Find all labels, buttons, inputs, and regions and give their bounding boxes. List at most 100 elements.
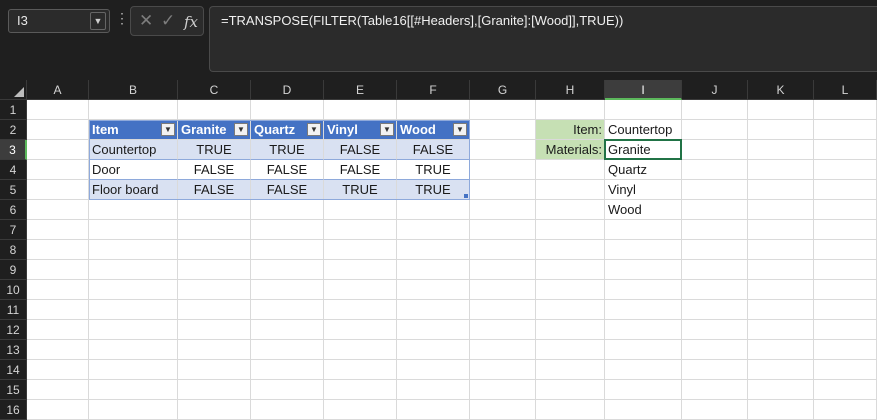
item-value[interactable]: Countertop	[605, 120, 682, 140]
grid-cell[interactable]	[397, 260, 470, 280]
grid-cell[interactable]	[536, 220, 605, 240]
grid-cell[interactable]	[748, 120, 814, 140]
row-header-7[interactable]: 7	[0, 220, 27, 240]
grid-cell[interactable]	[89, 360, 178, 380]
column-header-g[interactable]: G	[470, 80, 536, 100]
grid-cell[interactable]	[814, 160, 877, 180]
grid-cell[interactable]	[605, 340, 682, 360]
grid-cell[interactable]	[748, 200, 814, 220]
grid-cell[interactable]	[682, 240, 748, 260]
grid-cell[interactable]	[748, 400, 814, 420]
grid-cell[interactable]	[178, 280, 251, 300]
grid-cell[interactable]	[324, 220, 397, 240]
grid-cell[interactable]	[89, 380, 178, 400]
grid-cell[interactable]	[605, 240, 682, 260]
grid-cell[interactable]	[814, 400, 877, 420]
grid-cell[interactable]	[470, 120, 536, 140]
grid-cell[interactable]	[470, 360, 536, 380]
table-value-cell[interactable]: FALSE	[178, 180, 251, 200]
grid-cell[interactable]	[397, 240, 470, 260]
row-header-1[interactable]: 1	[0, 100, 27, 120]
table-header-vinyl[interactable]: Vinyl ▼	[324, 120, 397, 140]
material-result[interactable]: Vinyl	[605, 180, 682, 200]
grid-cell[interactable]	[470, 260, 536, 280]
grid-cell[interactable]	[814, 340, 877, 360]
grid-cell[interactable]	[536, 360, 605, 380]
table-value-cell[interactable]: TRUE	[324, 180, 397, 200]
column-header-d[interactable]: D	[251, 80, 324, 100]
grid-cell[interactable]	[470, 220, 536, 240]
row-header-6[interactable]: 6	[0, 200, 27, 220]
grid-cell[interactable]	[324, 380, 397, 400]
grid-cell[interactable]	[536, 240, 605, 260]
grid-cell[interactable]	[324, 200, 397, 220]
grid-cell[interactable]	[814, 240, 877, 260]
grid-cell[interactable]	[536, 180, 605, 200]
grid-cell[interactable]	[89, 340, 178, 360]
filter-dropdown-icon[interactable]: ▼	[453, 123, 467, 136]
column-header-k[interactable]: K	[748, 80, 814, 100]
grid-cell[interactable]	[605, 300, 682, 320]
grid-cell[interactable]	[397, 340, 470, 360]
grid-cell[interactable]	[605, 100, 682, 120]
row-header-14[interactable]: 14	[0, 360, 27, 380]
grid-cell[interactable]	[324, 240, 397, 260]
grid-cell[interactable]	[178, 200, 251, 220]
grid-cell[interactable]	[536, 340, 605, 360]
grid-cell[interactable]	[89, 400, 178, 420]
grid-cell[interactable]	[397, 320, 470, 340]
enter-icon[interactable]: ✓	[161, 11, 175, 31]
grid-cell[interactable]	[536, 200, 605, 220]
grid-cell[interactable]	[324, 100, 397, 120]
materials-label[interactable]: Materials:	[536, 140, 605, 160]
grid-cell[interactable]	[682, 320, 748, 340]
column-header-j[interactable]: J	[682, 80, 748, 100]
row-header-2[interactable]: 2	[0, 120, 27, 140]
grid-cell[interactable]	[178, 220, 251, 240]
grid-cell[interactable]	[536, 320, 605, 340]
grid-cell[interactable]	[89, 280, 178, 300]
grid-cell[interactable]	[178, 300, 251, 320]
name-box[interactable]: I3 ▼	[8, 9, 110, 33]
grid-cell[interactable]	[748, 320, 814, 340]
grid-cell[interactable]	[178, 260, 251, 280]
grid-cell[interactable]	[814, 260, 877, 280]
grid-cell[interactable]	[27, 220, 89, 240]
grid-cell[interactable]	[814, 220, 877, 240]
grid-cell[interactable]	[748, 220, 814, 240]
grid-cell[interactable]	[536, 100, 605, 120]
grid-cell[interactable]	[251, 280, 324, 300]
table-resize-handle[interactable]	[464, 194, 468, 198]
grid-cell[interactable]	[748, 240, 814, 260]
grid-cell[interactable]	[682, 260, 748, 280]
grid-cell[interactable]	[470, 340, 536, 360]
grid-cell[interactable]	[682, 380, 748, 400]
table-header-granite[interactable]: Granite ▼	[178, 120, 251, 140]
table-value-cell[interactable]: TRUE	[397, 160, 470, 180]
filter-dropdown-icon[interactable]: ▼	[234, 123, 248, 136]
select-all-button[interactable]	[0, 80, 27, 100]
grid-cell[interactable]	[814, 360, 877, 380]
grid-cell[interactable]	[814, 180, 877, 200]
grid-cell[interactable]	[324, 360, 397, 380]
grid-cell[interactable]	[682, 200, 748, 220]
grid-cell[interactable]	[605, 400, 682, 420]
grid-cell[interactable]	[470, 380, 536, 400]
row-header-16[interactable]: 16	[0, 400, 27, 420]
table-value-cell[interactable]: FALSE	[251, 160, 324, 180]
table-value-cell[interactable]: FALSE	[324, 140, 397, 160]
grid-cell[interactable]	[178, 340, 251, 360]
row-header-10[interactable]: 10	[0, 280, 27, 300]
grid-cell[interactable]	[605, 380, 682, 400]
grid-cell[interactable]	[397, 380, 470, 400]
row-header-5[interactable]: 5	[0, 180, 27, 200]
grid-cell[interactable]	[748, 280, 814, 300]
grid-cell[interactable]	[605, 220, 682, 240]
grid-cell[interactable]	[89, 320, 178, 340]
table-value-cell[interactable]: FALSE	[397, 140, 470, 160]
grid-cell[interactable]	[682, 100, 748, 120]
grid-cell[interactable]	[814, 320, 877, 340]
grid-cell[interactable]	[27, 160, 89, 180]
grid-cell[interactable]	[605, 360, 682, 380]
chevron-down-icon[interactable]: ▼	[90, 12, 106, 30]
